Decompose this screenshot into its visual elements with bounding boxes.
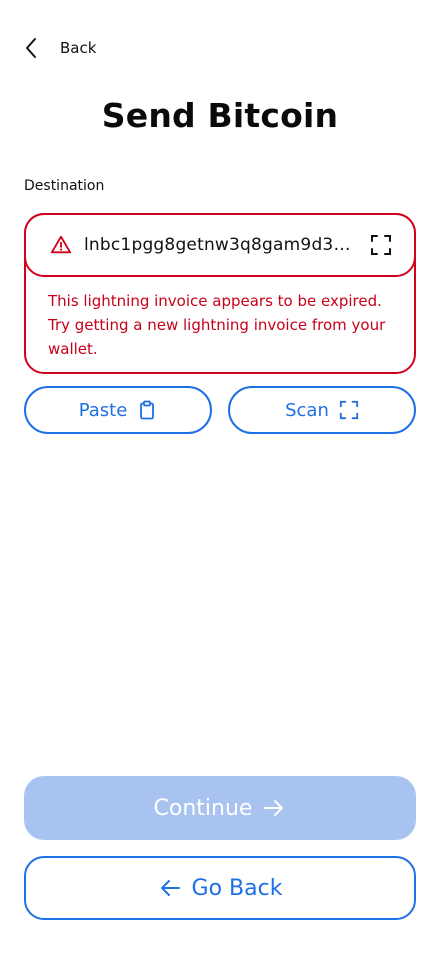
back-label: Back <box>60 39 97 57</box>
warning-triangle-icon <box>50 235 72 254</box>
go-back-button-label: Go Back <box>191 875 283 901</box>
destination-value[interactable]: lnbc1pgg8getnw3q8gam9d3xjmnjv4kxz7fqdzjq… <box>84 235 354 255</box>
arrow-left-icon <box>160 880 180 896</box>
destination-label: Destination <box>24 178 105 194</box>
scan-frame-icon <box>339 400 358 420</box>
destination-error-container: lnbc1pgg8getnw3q8gam9d3xjmnjv4kxz7fqdzjq… <box>24 213 416 374</box>
destination-input[interactable]: lnbc1pgg8getnw3q8gam9d3xjmnjv4kxz7fqdzjq… <box>24 213 416 277</box>
chevron-left-icon <box>26 38 36 58</box>
destination-error-message: This lightning invoice appears to be exp… <box>48 292 386 358</box>
paste-button-label: Paste <box>78 399 128 421</box>
arrow-right-icon <box>264 800 284 816</box>
continue-button-label: Continue <box>153 795 253 821</box>
go-back-button[interactable]: Go Back <box>24 856 416 920</box>
scan-button-label: Scan <box>285 399 329 421</box>
page-title: Send Bitcoin <box>101 96 339 135</box>
scan-frame-icon[interactable] <box>370 234 392 256</box>
paste-button[interactable]: Paste <box>24 386 212 434</box>
clipboard-icon <box>140 400 155 420</box>
back-button[interactable]: Back <box>24 30 96 66</box>
continue-button[interactable]: Continue <box>24 776 416 840</box>
scan-button[interactable]: Scan <box>228 386 416 434</box>
